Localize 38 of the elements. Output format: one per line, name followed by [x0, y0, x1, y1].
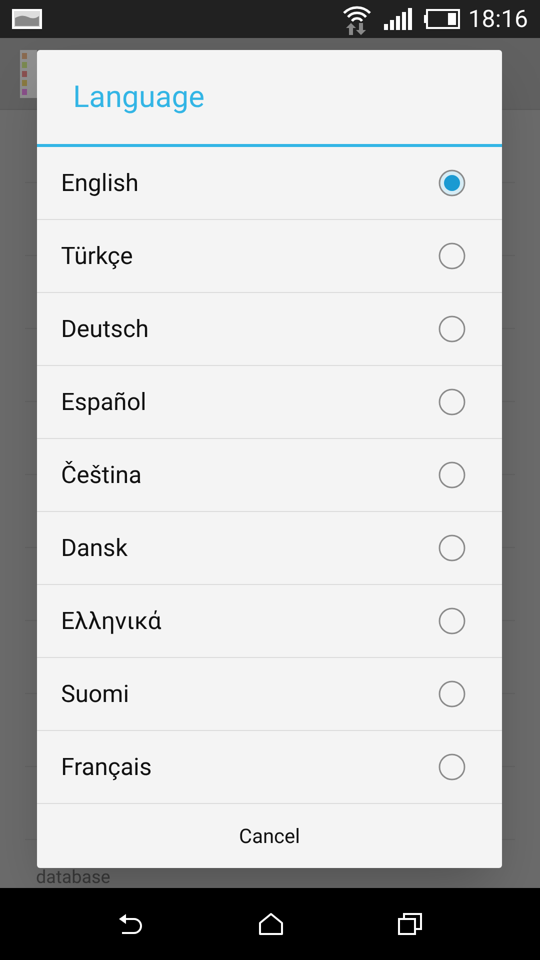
radio-button[interactable]	[438, 607, 466, 635]
option-label: Español	[61, 387, 148, 418]
option-label: Čeština	[61, 460, 143, 491]
radio-button[interactable]	[438, 169, 466, 197]
language-option[interactable]: Ελληνικά	[37, 585, 502, 658]
clock: 18:16	[468, 4, 528, 35]
radio-button[interactable]	[438, 315, 466, 343]
radio-button[interactable]	[438, 388, 466, 416]
radio-button[interactable]	[438, 461, 466, 489]
language-option[interactable]: Deutsch	[37, 293, 502, 366]
battery-icon	[424, 9, 460, 29]
app-icon	[20, 50, 37, 98]
language-option[interactable]: Français	[37, 731, 502, 804]
language-option[interactable]: Suomi	[37, 658, 502, 731]
option-label: Deutsch	[61, 314, 150, 345]
language-option[interactable]: Dansk	[37, 512, 502, 585]
dialog-title: Language	[73, 78, 204, 116]
recent-apps-icon[interactable]	[397, 912, 424, 936]
option-label: Türkçe	[61, 241, 134, 272]
language-option[interactable]: English	[37, 147, 502, 220]
language-option[interactable]: Čeština	[37, 439, 502, 512]
radio-button[interactable]	[438, 534, 466, 562]
wifi-icon	[342, 3, 372, 35]
radio-button[interactable]	[438, 242, 466, 270]
radio-button[interactable]	[438, 680, 466, 708]
gallery-notification-icon	[12, 9, 42, 29]
back-icon[interactable]	[116, 912, 145, 936]
option-label: Ελληνικά	[61, 606, 162, 637]
language-option[interactable]: Español	[37, 366, 502, 439]
option-label: Dansk	[61, 533, 129, 564]
cancel-button[interactable]: Cancel	[37, 804, 502, 868]
signal-icon	[384, 8, 412, 30]
language-option[interactable]: Türkçe	[37, 220, 502, 293]
home-icon[interactable]	[258, 912, 284, 936]
radio-button[interactable]	[438, 753, 466, 781]
option-label: English	[61, 168, 140, 199]
option-label: Suomi	[61, 679, 130, 710]
option-label: Français	[61, 752, 153, 783]
